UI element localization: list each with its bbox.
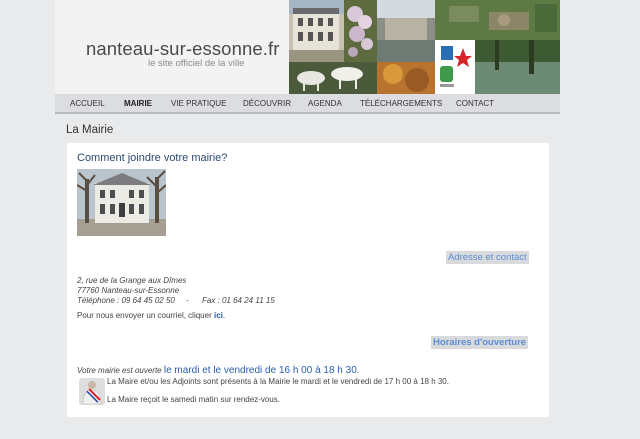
- address-section-header: Adresse et contact: [446, 251, 529, 264]
- site-name[interactable]: nanteau-sur-essonne.fr: [86, 38, 279, 60]
- content-card: Comment joindre votre mairie? Adresse et…: [67, 143, 549, 417]
- address-city: 77760 Nanteau-sur-Essonne: [77, 286, 180, 295]
- header-photo-collage: [289, 0, 560, 94]
- header-banner: nanteau-sur-essonne.fr le site officiel …: [55, 0, 560, 94]
- page-title: La Mairie: [66, 124, 114, 136]
- nav-item-mairie[interactable]: MAIRIE: [124, 99, 152, 108]
- site-tagline: le site officiel de la ville: [148, 58, 245, 69]
- nav-item-vie-pratique[interactable]: VIE PRATIQUE: [171, 99, 226, 108]
- hours-intro: Votre mairie est ouverte: [77, 366, 164, 375]
- nav-item-agenda[interactable]: AGENDA: [308, 99, 342, 108]
- hours-days: le mardi et le vendredi de 16 h 00 à 18 …: [163, 365, 357, 376]
- nav-item-decouvrir[interactable]: DÉCOUVRIR: [243, 99, 291, 108]
- town-hall-photo: [76, 169, 167, 236]
- address-street: 2, rue de la Grange aux Dîmes: [77, 276, 187, 285]
- nav-item-accueil[interactable]: ACCUEIL: [70, 99, 105, 108]
- email-suffix: .: [222, 311, 226, 320]
- nav-item-telechargements[interactable]: TÉLÉCHARGEMENTS: [360, 99, 442, 108]
- email-line: Pour nous envoyer un courriel, cliquer i…: [77, 311, 225, 320]
- content-heading: Comment joindre votre mairie?: [77, 152, 228, 164]
- info-line-rendez-vous: La Maire reçoit le samedi matin sur rend…: [107, 395, 280, 404]
- address-phone-fax: Téléphone : 09 64 45 02 50 - Fax : 01 64…: [77, 296, 275, 305]
- email-prefix: Pour nous envoyer un courriel, cliquer: [77, 311, 214, 320]
- opening-hours: Votre mairie est ouverte le mardi et le …: [77, 360, 359, 378]
- nav-item-contact[interactable]: CONTACT: [456, 99, 494, 108]
- email-link[interactable]: ici: [214, 311, 223, 320]
- mayor-icon: [79, 378, 105, 405]
- hours-end: .: [356, 366, 360, 375]
- info-line-adjoints: La Maire et/ou les Adjoints sont présent…: [107, 377, 449, 386]
- main-nav: ACCUEIL MAIRIE VIE PRATIQUE DÉCOUVRIR AG…: [55, 94, 560, 114]
- hours-section-header: Horaires d'ouverture: [431, 336, 529, 349]
